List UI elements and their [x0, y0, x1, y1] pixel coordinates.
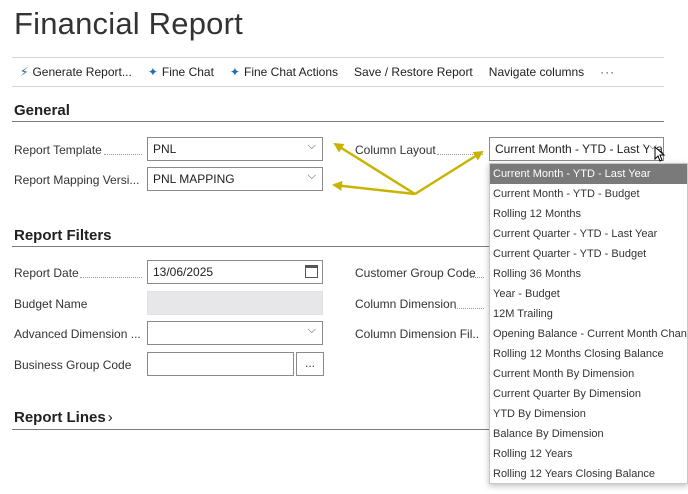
column-layout-option[interactable]: Rolling 36 Months [490, 264, 687, 284]
column-layout-dropdown-list: Current Month - YTD - Last Year Current M… [489, 163, 688, 484]
column-layout-option[interactable]: YTD By Dimension [490, 404, 687, 424]
column-layout-option[interactable]: Rolling 12 Months [490, 204, 687, 224]
column-layout-option[interactable]: Current Month By Dimension [490, 364, 687, 384]
column-layout-option[interactable]: Current Quarter - YTD - Last Year [490, 224, 687, 244]
mouse-pointer-icon [654, 146, 666, 162]
column-layout-option[interactable]: Rolling 12 Years [490, 444, 687, 464]
column-layout-option[interactable]: Opening Balance - Current Month Change [490, 324, 687, 344]
arrow-to-column-layout [414, 150, 484, 196]
column-layout-option[interactable]: Current Quarter - YTD - Budget [490, 244, 687, 264]
column-layout-option[interactable]: Current Month - YTD - Last Year [490, 164, 687, 184]
column-layout-option[interactable]: Year - Budget [490, 284, 687, 304]
column-layout-option[interactable]: Current Quarter By Dimension [490, 384, 687, 404]
column-layout-option[interactable]: Rolling 12 Months Closing Balance [490, 344, 687, 364]
column-layout-option[interactable]: Current Month - YTD - Budget [490, 184, 687, 204]
column-layout-option[interactable]: 12M Trailing [490, 304, 687, 324]
column-layout-option[interactable]: Rolling 12 Years Closing Balance [490, 464, 687, 483]
column-layout-option[interactable]: Balance By Dimension [490, 424, 687, 444]
